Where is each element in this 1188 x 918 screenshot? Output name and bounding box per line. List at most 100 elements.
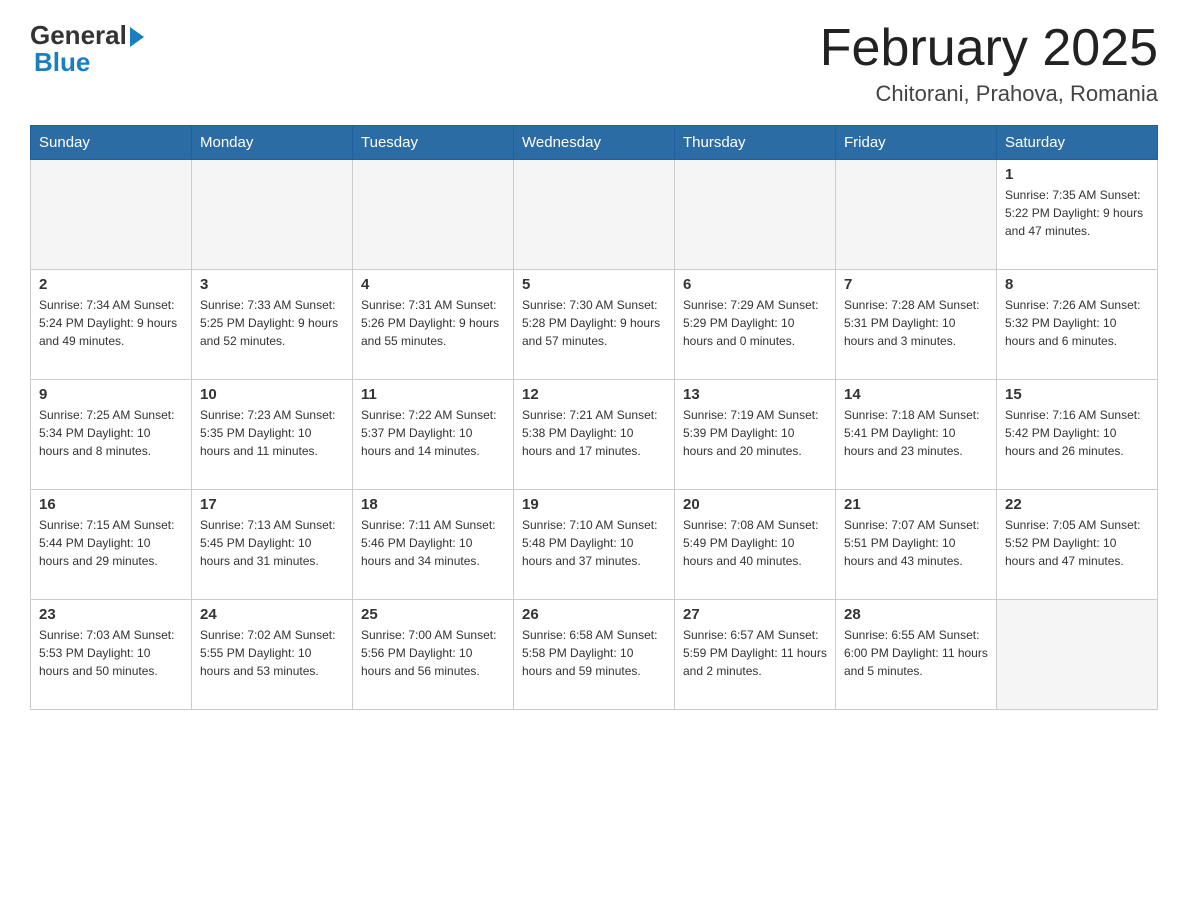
day-info: Sunrise: 7:18 AM Sunset: 5:41 PM Dayligh… (844, 406, 988, 460)
calendar-cell: 11 Sunrise: 7:22 AM Sunset: 5:37 PM Dayli… (353, 380, 514, 490)
calendar-cell: 24 Sunrise: 7:02 AM Sunset: 5:55 PM Dayli… (192, 600, 353, 710)
day-number: 7 (844, 276, 988, 293)
day-info: Sunrise: 7:02 AM Sunset: 5:55 PM Dayligh… (200, 626, 344, 680)
day-number: 21 (844, 496, 988, 513)
logo-blue-text: Blue (34, 47, 144, 78)
calendar-header-wednesday: Wednesday (514, 126, 675, 160)
calendar-header-friday: Friday (836, 126, 997, 160)
day-info: Sunrise: 7:11 AM Sunset: 5:46 PM Dayligh… (361, 516, 505, 570)
calendar-cell: 8 Sunrise: 7:26 AM Sunset: 5:32 PM Daylig… (997, 270, 1158, 380)
calendar-cell: 14 Sunrise: 7:18 AM Sunset: 5:41 PM Dayli… (836, 380, 997, 490)
day-number: 17 (200, 496, 344, 513)
calendar-cell: 25 Sunrise: 7:00 AM Sunset: 5:56 PM Dayli… (353, 600, 514, 710)
logo-arrow-icon (130, 27, 144, 47)
calendar-cell: 9 Sunrise: 7:25 AM Sunset: 5:34 PM Daylig… (31, 380, 192, 490)
day-number: 15 (1005, 386, 1149, 403)
day-info: Sunrise: 7:03 AM Sunset: 5:53 PM Dayligh… (39, 626, 183, 680)
day-info: Sunrise: 7:29 AM Sunset: 5:29 PM Dayligh… (683, 296, 827, 350)
day-number: 18 (361, 496, 505, 513)
calendar-header-row: SundayMondayTuesdayWednesdayThursdayFrid… (31, 126, 1158, 160)
logo: General Blue (30, 20, 144, 78)
day-info: Sunrise: 7:26 AM Sunset: 5:32 PM Dayligh… (1005, 296, 1149, 350)
calendar-week-row: 1 Sunrise: 7:35 AM Sunset: 5:22 PM Daylig… (31, 160, 1158, 270)
calendar-header-saturday: Saturday (997, 126, 1158, 160)
calendar-cell (192, 160, 353, 270)
calendar-month-year: February 2025 (820, 20, 1158, 77)
calendar-cell: 15 Sunrise: 7:16 AM Sunset: 5:42 PM Dayli… (997, 380, 1158, 490)
calendar-header-tuesday: Tuesday (353, 126, 514, 160)
calendar-week-row: 9 Sunrise: 7:25 AM Sunset: 5:34 PM Daylig… (31, 380, 1158, 490)
calendar-cell (997, 600, 1158, 710)
day-number: 11 (361, 386, 505, 403)
day-info: Sunrise: 7:08 AM Sunset: 5:49 PM Dayligh… (683, 516, 827, 570)
day-info: Sunrise: 7:23 AM Sunset: 5:35 PM Dayligh… (200, 406, 344, 460)
day-info: Sunrise: 7:05 AM Sunset: 5:52 PM Dayligh… (1005, 516, 1149, 570)
calendar-cell: 10 Sunrise: 7:23 AM Sunset: 5:35 PM Dayli… (192, 380, 353, 490)
calendar-header-monday: Monday (192, 126, 353, 160)
calendar-cell: 27 Sunrise: 6:57 AM Sunset: 5:59 PM Dayli… (675, 600, 836, 710)
day-info: Sunrise: 7:21 AM Sunset: 5:38 PM Dayligh… (522, 406, 666, 460)
calendar-location: Chitorani, Prahova, Romania (820, 81, 1158, 107)
calendar-cell: 18 Sunrise: 7:11 AM Sunset: 5:46 PM Dayli… (353, 490, 514, 600)
day-info: Sunrise: 6:58 AM Sunset: 5:58 PM Dayligh… (522, 626, 666, 680)
day-number: 14 (844, 386, 988, 403)
day-info: Sunrise: 7:00 AM Sunset: 5:56 PM Dayligh… (361, 626, 505, 680)
day-number: 3 (200, 276, 344, 293)
day-info: Sunrise: 7:19 AM Sunset: 5:39 PM Dayligh… (683, 406, 827, 460)
calendar-cell (675, 160, 836, 270)
day-info: Sunrise: 6:57 AM Sunset: 5:59 PM Dayligh… (683, 626, 827, 680)
day-number: 25 (361, 606, 505, 623)
day-info: Sunrise: 7:35 AM Sunset: 5:22 PM Dayligh… (1005, 186, 1149, 240)
day-number: 6 (683, 276, 827, 293)
calendar-cell: 23 Sunrise: 7:03 AM Sunset: 5:53 PM Dayli… (31, 600, 192, 710)
day-number: 27 (683, 606, 827, 623)
calendar-header-thursday: Thursday (675, 126, 836, 160)
calendar-cell (31, 160, 192, 270)
day-info: Sunrise: 7:15 AM Sunset: 5:44 PM Dayligh… (39, 516, 183, 570)
day-number: 22 (1005, 496, 1149, 513)
calendar-week-row: 2Sunrise: 7:34 AM Sunset: 5:24 PM Daylig… (31, 270, 1158, 380)
day-number: 28 (844, 606, 988, 623)
calendar-cell: 22 Sunrise: 7:05 AM Sunset: 5:52 PM Dayli… (997, 490, 1158, 600)
calendar-week-row: 23 Sunrise: 7:03 AM Sunset: 5:53 PM Dayli… (31, 600, 1158, 710)
day-info: Sunrise: 6:55 AM Sunset: 6:00 PM Dayligh… (844, 626, 988, 680)
calendar-title-block: February 2025 Chitorani, Prahova, Romani… (820, 20, 1158, 107)
calendar-body: 1 Sunrise: 7:35 AM Sunset: 5:22 PM Daylig… (31, 160, 1158, 710)
day-number: 24 (200, 606, 344, 623)
day-info: Sunrise: 7:31 AM Sunset: 5:26 PM Dayligh… (361, 296, 505, 350)
calendar-cell: 12 Sunrise: 7:21 AM Sunset: 5:38 PM Dayli… (514, 380, 675, 490)
day-info: Sunrise: 7:25 AM Sunset: 5:34 PM Dayligh… (39, 406, 183, 460)
calendar-cell (353, 160, 514, 270)
day-number: 23 (39, 606, 183, 623)
day-number: 2 (39, 276, 183, 293)
day-info: Sunrise: 7:30 AM Sunset: 5:28 PM Dayligh… (522, 296, 666, 350)
day-info: Sunrise: 7:16 AM Sunset: 5:42 PM Dayligh… (1005, 406, 1149, 460)
day-number: 10 (200, 386, 344, 403)
calendar-cell: 3Sunrise: 7:33 AM Sunset: 5:25 PM Daylig… (192, 270, 353, 380)
calendar-cell: 26Sunrise: 6:58 AM Sunset: 5:58 PM Dayli… (514, 600, 675, 710)
day-info: Sunrise: 7:10 AM Sunset: 5:48 PM Dayligh… (522, 516, 666, 570)
calendar-cell: 6 Sunrise: 7:29 AM Sunset: 5:29 PM Daylig… (675, 270, 836, 380)
day-info: Sunrise: 7:22 AM Sunset: 5:37 PM Dayligh… (361, 406, 505, 460)
day-number: 12 (522, 386, 666, 403)
day-number: 8 (1005, 276, 1149, 293)
calendar-cell: 16 Sunrise: 7:15 AM Sunset: 5:44 PM Dayli… (31, 490, 192, 600)
calendar-header-sunday: Sunday (31, 126, 192, 160)
calendar-cell: 20Sunrise: 7:08 AM Sunset: 5:49 PM Dayli… (675, 490, 836, 600)
day-info: Sunrise: 7:07 AM Sunset: 5:51 PM Dayligh… (844, 516, 988, 570)
calendar-cell: 5 Sunrise: 7:30 AM Sunset: 5:28 PM Daylig… (514, 270, 675, 380)
calendar-cell: 28 Sunrise: 6:55 AM Sunset: 6:00 PM Dayli… (836, 600, 997, 710)
day-number: 1 (1005, 166, 1149, 183)
calendar-week-row: 16 Sunrise: 7:15 AM Sunset: 5:44 PM Dayli… (31, 490, 1158, 600)
day-info: Sunrise: 7:13 AM Sunset: 5:45 PM Dayligh… (200, 516, 344, 570)
calendar-table: SundayMondayTuesdayWednesdayThursdayFrid… (30, 125, 1158, 710)
calendar-cell: 2Sunrise: 7:34 AM Sunset: 5:24 PM Daylig… (31, 270, 192, 380)
calendar-cell: 4Sunrise: 7:31 AM Sunset: 5:26 PM Daylig… (353, 270, 514, 380)
calendar-cell: 13Sunrise: 7:19 AM Sunset: 5:39 PM Dayli… (675, 380, 836, 490)
day-number: 9 (39, 386, 183, 403)
calendar-cell (836, 160, 997, 270)
day-number: 5 (522, 276, 666, 293)
day-number: 16 (39, 496, 183, 513)
calendar-cell: 1 Sunrise: 7:35 AM Sunset: 5:22 PM Daylig… (997, 160, 1158, 270)
calendar-cell: 21 Sunrise: 7:07 AM Sunset: 5:51 PM Dayli… (836, 490, 997, 600)
